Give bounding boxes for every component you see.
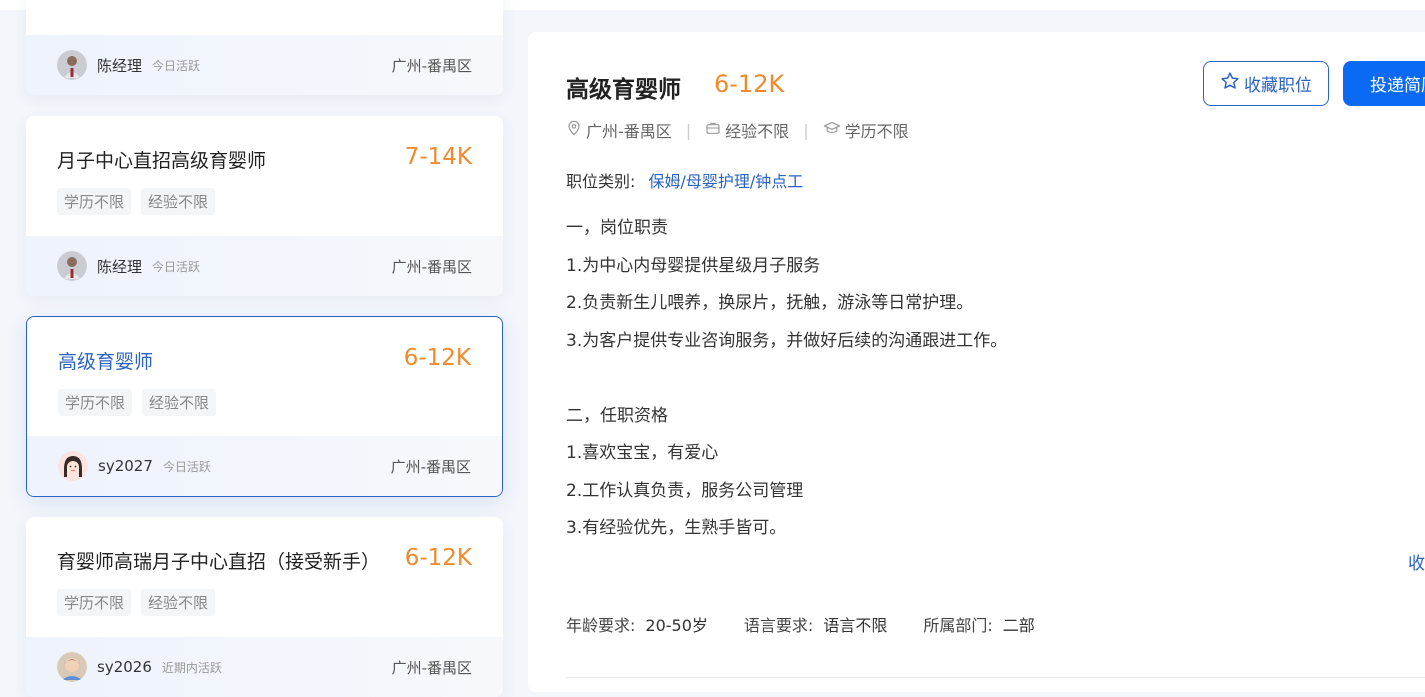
department-label: 所属部门: <box>923 616 993 635</box>
job-title[interactable]: 高级育婴师 <box>58 347 153 374</box>
description-line: 3.有经验优先，生熟手皆可。 <box>566 518 787 538</box>
hr-active-status: 今日活跃 <box>152 259 201 274</box>
category-label: 职位类别: <box>566 172 636 191</box>
hr-name: sy2027 <box>98 457 153 475</box>
category-link[interactable]: 保姆/母婴护理/钟点工 <box>649 172 804 191</box>
description-line: 2.负责新生儿喂养，换尿片，抚触，游泳等日常护理。 <box>566 293 974 313</box>
card-location: 广州-番禺区 <box>391 658 472 677</box>
detail-salary: 6-12K <box>714 70 785 98</box>
meta-divider: | <box>803 120 809 140</box>
card-location: 广州-番禺区 <box>390 457 471 476</box>
star-icon <box>1220 71 1240 96</box>
job-title[interactable]: 月子中心直招高级育婴师 <box>57 146 266 173</box>
hr-name: 陈经理 <box>97 257 143 276</box>
tag: 学历不限 <box>57 589 132 616</box>
job-title[interactable]: 育婴师高瑞月子中心直招（接受新手） <box>57 547 380 574</box>
language-value: 语言不限 <box>823 616 888 635</box>
hr-active-status: 今日活跃 <box>162 459 211 474</box>
avatar <box>58 451 88 481</box>
job-list: 陈经理 今日活跃 广州-番禺区 月子中心直招高级育婴师 7-14K 学历不限 经… <box>26 0 503 697</box>
job-description: 一，岗位职责 1.为中心内母婴提供星级月子服务 2.负责新生儿喂养，换尿片，抚触… <box>566 210 1007 548</box>
avatar <box>57 251 87 281</box>
age-label: 年龄要求: <box>566 616 636 635</box>
card-location: 广州-番禺区 <box>391 257 472 276</box>
detail-location: 广州-番禺区 <box>586 122 672 141</box>
avatar <box>57 652 87 682</box>
card-footer: sy2027 今日活跃 广州-番禺区 <box>27 436 502 496</box>
description-line: 1.喜欢宝宝，有爱心 <box>566 443 719 463</box>
job-card-active[interactable]: 高级育婴师 6-12K 学历不限 经验不限 sy2027 今日活跃 广州-番禺区 <box>26 316 503 497</box>
card-footer: 陈经理 今日活跃 广州-番禺区 <box>26 236 503 296</box>
favorite-button[interactable]: 收藏职位 <box>1203 61 1329 106</box>
description-line: 1.为中心内母婴提供星级月子服务 <box>566 255 821 276</box>
department-value: 二部 <box>1002 616 1035 635</box>
hr-active-status: 今日活跃 <box>152 58 201 73</box>
collapse-link[interactable]: 收 <box>1408 549 1425 574</box>
language-label: 语言要求: <box>743 616 814 635</box>
briefcase-icon <box>705 120 721 140</box>
job-meta: 广州-番禺区 | 经验不限 | 学历不限 <box>566 118 909 142</box>
description-line: 3.为客户提供专业咨询服务，并做好后续的沟通跟进工作。 <box>566 330 1008 351</box>
favorite-label: 收藏职位 <box>1244 76 1312 96</box>
avatar <box>57 50 87 80</box>
tag: 经验不限 <box>142 389 217 416</box>
job-card[interactable]: 陈经理 今日活跃 广州-番禺区 <box>26 0 503 95</box>
job-salary: 6-12K <box>404 545 472 571</box>
tag: 学历不限 <box>58 389 133 416</box>
graduation-cap-icon <box>823 120 841 140</box>
job-card[interactable]: 育婴师高瑞月子中心直招（接受新手） 6-12K 学历不限 经验不限 sy2026… <box>26 517 503 697</box>
description-line: 一，岗位职责 <box>566 218 668 238</box>
description-line: 2.工作认真负责，服务公司管理 <box>566 480 804 501</box>
job-card[interactable]: 月子中心直招高级育婴师 7-14K 学历不限 经验不限 陈经理 今日活跃 广州-… <box>26 116 503 296</box>
section-divider <box>566 677 1425 678</box>
detail-title: 高级育婴师 <box>566 77 681 103</box>
age-value: 20-50岁 <box>645 616 708 635</box>
apply-button[interactable]: 投递简历 <box>1343 61 1425 106</box>
hr-active-status: 近期内活跃 <box>161 660 222 675</box>
card-location: 广州-番禺区 <box>391 56 472 75</box>
meta-divider: | <box>685 120 692 140</box>
card-footer: 陈经理 今日活跃 广州-番禺区 <box>26 35 503 95</box>
job-detail-panel: 高级育婴师 6-12K 收藏职位 投递简历 广州-番禺区 | 经验不限 | 学历… <box>528 32 1425 692</box>
hr-name: 陈经理 <box>97 56 143 75</box>
description-line: 二，任职资格 <box>566 405 668 426</box>
tag: 经验不限 <box>141 589 216 616</box>
detail-experience: 经验不限 <box>725 122 790 141</box>
card-footer: sy2026 近期内活跃 广州-番禺区 <box>26 637 503 697</box>
description-line <box>566 360 1007 398</box>
hr-name: sy2026 <box>97 658 152 676</box>
location-pin-icon <box>566 120 582 140</box>
job-requirements: 年龄要求: 20-50岁 语言要求: 语言不限 所属部门: 二部 <box>566 612 1071 636</box>
job-salary: 6-12K <box>403 345 471 371</box>
tag: 经验不限 <box>141 188 216 215</box>
job-category: 职位类别: 保姆/母婴护理/钟点工 <box>566 168 803 192</box>
tag: 学历不限 <box>57 188 132 215</box>
detail-education: 学历不限 <box>844 122 909 141</box>
job-salary: 7-14K <box>404 144 472 170</box>
